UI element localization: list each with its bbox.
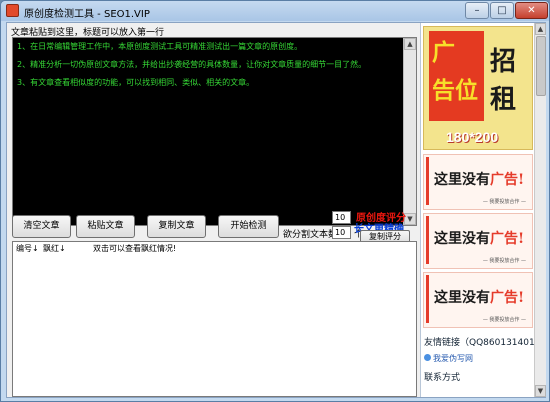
ad-text: 广 [432, 39, 455, 66]
ad-card[interactable]: 这里没有广告! — 我要投放合作 — [423, 154, 533, 210]
ad-accent-bar [426, 275, 429, 323]
friend-link[interactable]: 我爱伪写网 [433, 353, 473, 364]
app-icon [6, 4, 19, 17]
scrollbar-thumb[interactable] [536, 36, 546, 96]
window-title: 原创度检测工具 - SEO1.VIP [24, 9, 150, 20]
ad-slogan-prefix: 这里没有 [434, 172, 490, 188]
ad-dimensions: 180*200 [446, 129, 499, 145]
friend-links-title: 友情链接（QQ860131401） [424, 338, 544, 348]
ad-accent-bar [426, 216, 429, 264]
results-list[interactable]: 编号↓ 飘红↓ 双击可以查看飘红情况! [12, 241, 417, 397]
ad-slogan-prefix: 这里没有 [434, 290, 490, 306]
ad-subtitle: — 我要投放合作 — [482, 199, 526, 205]
scroll-up-icon[interactable]: ▲ [404, 38, 416, 50]
start-check-button[interactable]: 开始检测 [218, 215, 279, 238]
sidebar-scrollbar[interactable]: ▲ ▼ [534, 23, 546, 397]
minimize-button[interactable]: – [465, 2, 489, 19]
title-bar[interactable]: 原创度检测工具 - SEO1.VIP – □ ✕ [1, 1, 549, 21]
link-bullet-icon [424, 354, 431, 361]
ad-sidebar: 广 告位 招 租 180*200 这里没有广告! — 我要投放合作 — 这里没有… [420, 23, 546, 397]
editor-line: 1、在日常编辑管理工作中，本原创度测试工具可精准测试出一篇文章的原创度。 [17, 42, 303, 51]
results-hint: 双击可以查看飘红情况! [93, 244, 177, 253]
clear-article-button[interactable]: 清空文章 [12, 215, 71, 238]
ad-slogan: 这里没有广告! [434, 228, 524, 248]
editor-scrollbar[interactable]: ▲ ▼ [403, 38, 416, 225]
ad-accent-bar [426, 157, 429, 205]
article-editor[interactable]: 1、在日常编辑管理工作中，本原创度测试工具可精准测试出一篇文章的原创度。 2、精… [12, 37, 417, 226]
ad-subtitle: — 我要投放合作 — [482, 258, 526, 264]
ad-slogan: 这里没有广告! [434, 287, 524, 307]
paste-article-button[interactable]: 粘贴文章 [76, 215, 135, 238]
ad-card[interactable]: 这里没有广告! — 我要投放合作 — [423, 213, 533, 269]
ad-slogan: 这里没有广告! [434, 169, 524, 189]
editor-line: 3、有文章查看相似度的功能，可以找到相同、类似、相关的文章。 [17, 78, 255, 87]
column-header-red[interactable]: 飘红↓ [43, 243, 66, 254]
ad-card[interactable]: 这里没有广告! — 我要投放合作 — [423, 272, 533, 328]
ad-slogan-highlight: 广告! [490, 172, 525, 188]
editor-line: 2、精准分析一切伪原创文章方法，并给出抄袭经营的具体数量，让你对文章质量的细节一… [17, 60, 367, 69]
client-area: 文章粘贴到这里，标题可以放入第一行 1、在日常编辑管理工作中，本原创度测试工具可… [6, 22, 546, 398]
app-window: 原创度检测工具 - SEO1.VIP – □ ✕ 文章粘贴到这里，标题可以放入第… [0, 0, 550, 402]
column-header-number[interactable]: 编号↓ [16, 243, 39, 254]
ad-text: 租 [490, 85, 517, 115]
contact-title: 联系方式 [424, 373, 461, 383]
scroll-up-icon[interactable]: ▲ [535, 23, 546, 35]
copy-article-button[interactable]: 复制文章 [147, 215, 206, 238]
ad-slogan-highlight: 广告! [490, 231, 525, 247]
ad-slogan-prefix: 这里没有 [434, 231, 490, 247]
flag-count-input[interactable]: 10 [332, 211, 351, 224]
ad-banner-top[interactable]: 广 告位 招 租 180*200 [423, 26, 533, 150]
split-count-input[interactable]: 10 [332, 226, 351, 239]
ad-subtitle: — 我要投放合作 — [482, 317, 526, 323]
maximize-button[interactable]: □ [490, 2, 514, 19]
scroll-down-icon[interactable]: ▼ [535, 385, 546, 397]
ad-text: 招 [490, 47, 517, 77]
ad-slogan-highlight: 广告! [490, 290, 525, 306]
close-button[interactable]: ✕ [515, 2, 548, 19]
ad-text: 告位 [432, 77, 478, 104]
